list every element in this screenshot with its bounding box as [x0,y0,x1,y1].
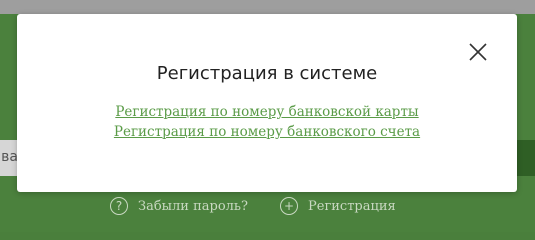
registration-modal: Регистрация в системе Регистрация по ном… [17,14,517,192]
question-circle-icon: ? [110,197,128,215]
plus-circle-icon: + [280,197,298,215]
forgot-password-label: Забыли пароль? [138,198,248,214]
close-icon[interactable] [468,42,488,62]
top-overlay-bar [0,0,535,14]
modal-title: Регистрация в системе [156,63,378,84]
register-by-account-link[interactable]: Регистрация по номеру банковского счета [17,122,517,142]
register-by-card-link[interactable]: Регистрация по номеру банковской карты [17,102,517,122]
register-label: Регистрация [308,198,396,214]
forgot-password-link[interactable]: ? Забыли пароль? [110,195,248,217]
registration-links: Регистрация по номеру банковской карты Р… [17,102,517,142]
login-input-partial-text: ва [1,149,18,165]
register-link[interactable]: + Регистрация [280,195,396,217]
